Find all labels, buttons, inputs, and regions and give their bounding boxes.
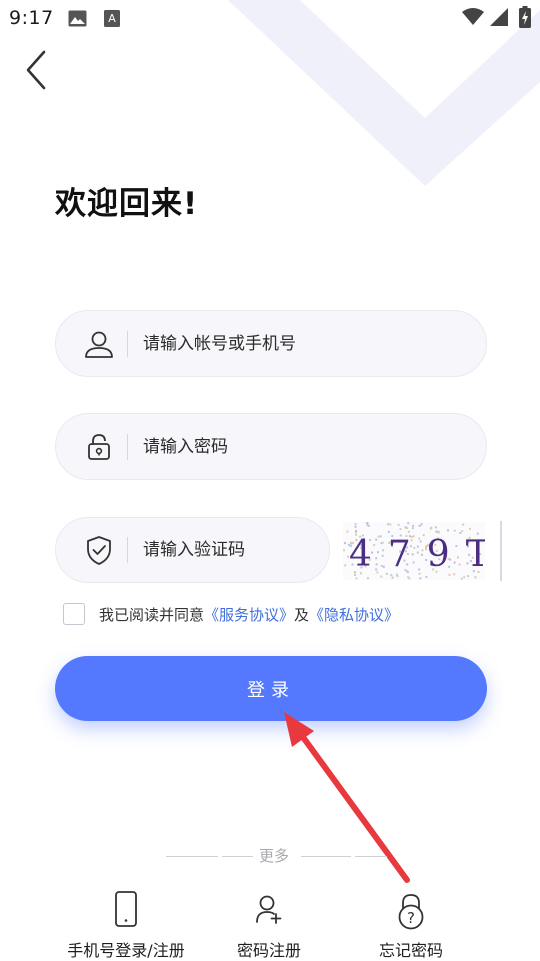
captcha-noise-dot bbox=[411, 527, 414, 530]
captcha-noise-dot bbox=[404, 526, 407, 529]
image-notification-icon bbox=[68, 10, 87, 27]
service-agreement-link[interactable]: 《服务协议》 bbox=[204, 606, 294, 624]
captcha-noise: 479T bbox=[343, 522, 490, 580]
captcha-noise-dot bbox=[344, 542, 346, 545]
phone-login-label: 手机号登录/注册 bbox=[67, 941, 185, 960]
captcha-noise-dot bbox=[453, 529, 456, 532]
password-register-option[interactable]: 密码注册 bbox=[222, 890, 316, 960]
captcha-noise-dot bbox=[419, 577, 422, 580]
shield-check-icon bbox=[87, 536, 111, 565]
privacy-agreement-link[interactable]: 《隐私协议》 bbox=[309, 606, 399, 624]
captcha-noise-dot bbox=[366, 524, 369, 527]
captcha-noise-dot bbox=[346, 530, 349, 533]
captcha-noise-dot bbox=[354, 525, 357, 528]
captcha-noise-dot bbox=[435, 526, 437, 529]
captcha-noise-dot bbox=[469, 527, 471, 530]
field-divider bbox=[127, 537, 128, 563]
captcha-input[interactable] bbox=[143, 518, 306, 582]
captcha-noise-dot bbox=[366, 577, 369, 580]
captcha-noise-dot bbox=[399, 528, 402, 531]
password-register-label: 密码注册 bbox=[236, 941, 301, 960]
captcha-divider bbox=[500, 521, 502, 581]
captcha-noise-dot bbox=[418, 524, 421, 527]
captcha-noise-dot bbox=[343, 549, 345, 552]
captcha-noise-dot bbox=[447, 529, 449, 532]
captcha-noise-dot bbox=[408, 577, 411, 580]
login-button-label: 登录 bbox=[247, 679, 295, 701]
captcha-noise-dot bbox=[407, 530, 410, 533]
captcha-noise-dot bbox=[429, 527, 432, 530]
lock-question-icon: ? bbox=[398, 894, 424, 930]
captcha-noise-dot bbox=[462, 523, 465, 526]
captcha-code: 479T bbox=[349, 534, 485, 575]
status-bar: 9:17 A bbox=[0, 0, 540, 36]
captcha-noise-dot bbox=[474, 576, 477, 579]
captcha-field[interactable] bbox=[55, 517, 330, 583]
field-divider bbox=[127, 433, 128, 460]
captcha-noise-dot bbox=[460, 577, 463, 580]
more-label: 更多 bbox=[259, 847, 290, 865]
captcha-noise-dot bbox=[387, 530, 390, 533]
captcha-noise-dot bbox=[407, 522, 410, 525]
captcha-noise-dot bbox=[397, 523, 400, 526]
forgot-password-option[interactable]: ? 忘记密码 bbox=[364, 890, 458, 960]
captcha-image[interactable]: 479T bbox=[343, 522, 490, 580]
account-field[interactable] bbox=[55, 310, 487, 377]
cellular-signal-icon bbox=[490, 8, 508, 26]
captcha-noise-dot bbox=[354, 523, 357, 526]
svg-text:?: ? bbox=[407, 909, 415, 927]
phone-login-option[interactable]: 手机号登录/注册 bbox=[58, 890, 194, 960]
captcha-noise-dot bbox=[412, 524, 415, 527]
captcha-noise-dot bbox=[391, 576, 394, 579]
add-user-icon bbox=[256, 895, 282, 924]
captcha-noise-dot bbox=[463, 576, 466, 579]
font-notification-icon: A bbox=[104, 10, 120, 27]
captcha-noise-dot bbox=[425, 576, 428, 578]
svg-text:A: A bbox=[108, 12, 116, 25]
password-field[interactable] bbox=[55, 413, 487, 480]
battery-charging-icon bbox=[519, 6, 531, 28]
field-divider bbox=[127, 330, 128, 357]
chevron-left-icon bbox=[26, 50, 46, 90]
captcha-noise-dot bbox=[389, 523, 392, 526]
user-icon bbox=[85, 331, 113, 358]
agreement-checkbox[interactable] bbox=[63, 603, 85, 625]
captcha-noise-dot bbox=[366, 522, 369, 525]
more-divider-line bbox=[166, 856, 218, 857]
captcha-noise-dot bbox=[461, 530, 464, 533]
captcha-noise-dot bbox=[420, 523, 423, 526]
back-button[interactable] bbox=[22, 50, 52, 90]
mobile-phone-icon bbox=[115, 891, 137, 927]
more-divider-line bbox=[301, 856, 351, 857]
wifi-icon bbox=[462, 8, 484, 25]
captcha-noise-dot bbox=[355, 577, 358, 580]
agreement-text: 我已阅读并同意《服务协议》及《隐私协议》 bbox=[99, 604, 399, 625]
status-time: 9:17 bbox=[9, 7, 54, 29]
lock-icon bbox=[88, 433, 110, 460]
login-button[interactable]: 登录 bbox=[55, 656, 487, 721]
captcha-noise-dot bbox=[467, 575, 470, 578]
agreement-conjunction: 及 bbox=[294, 606, 310, 624]
more-divider-line bbox=[222, 856, 253, 857]
agreement-row: 我已阅读并同意《服务协议》及《隐私协议》 bbox=[63, 603, 483, 627]
agreement-prefix: 我已阅读并同意 bbox=[99, 606, 205, 624]
captcha-noise-dot bbox=[355, 529, 358, 532]
captcha-noise-dot bbox=[380, 575, 383, 578]
page-title: 欢迎回来! bbox=[55, 186, 199, 222]
password-input[interactable] bbox=[143, 414, 463, 479]
forgot-password-label: 忘记密码 bbox=[378, 941, 443, 960]
captcha-noise-dot bbox=[344, 564, 347, 567]
captcha-noise-dot bbox=[387, 523, 390, 526]
more-divider-line bbox=[355, 856, 387, 857]
account-input[interactable] bbox=[143, 311, 463, 376]
captcha-noise-dot bbox=[435, 530, 438, 533]
